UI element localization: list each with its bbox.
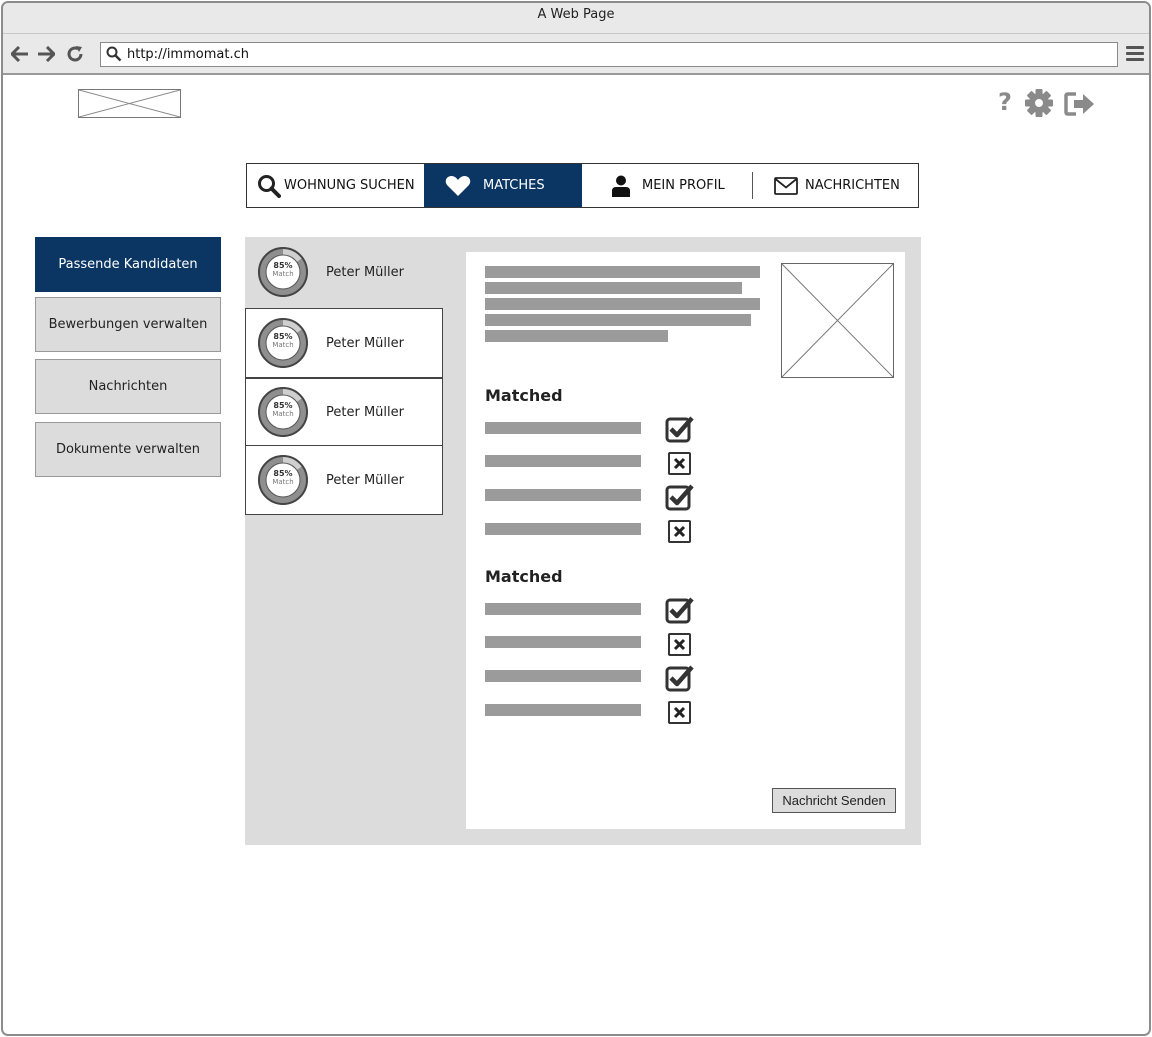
check-icon [665,483,695,511]
criterion-bar [485,489,641,501]
candidate-item[interactable]: 85% Match Peter Müller [245,237,443,307]
main-navigation: WOHNUNG SUCHEN MATCHES MEIN PROFIL NACHR… [246,163,919,208]
match-percent: 85% [273,401,293,410]
criterion-bar [485,523,641,535]
address-bar[interactable]: http://immomat.ch [100,42,1118,67]
match-label: Match [272,270,294,278]
sidebar-item-passende-kandidaten[interactable]: Passende Kandidaten [35,237,221,292]
search-icon [257,174,281,198]
browser-window: A Web Page http://immomat.ch ? WOHNUNG S… [1,1,1151,1036]
criterion-bar [485,422,641,434]
tab-label: MATCHES [483,178,545,193]
criterion-bar [485,636,641,648]
url-text[interactable]: http://immomat.ch [127,43,249,66]
sidebar-item-label: Nachrichten [88,379,168,394]
match-score-donut: 85% Match [255,244,311,300]
tab-label: NACHRICHTEN [805,178,900,193]
cross-icon [668,701,691,724]
envelope-icon [774,176,798,195]
text-placeholder-bar [485,282,742,294]
match-percent: 85% [273,261,293,270]
search-icon [106,46,122,66]
svg-text:?: ? [998,89,1012,115]
match-label: Match [272,410,294,418]
check-icon [665,664,695,692]
browser-toolbar: http://immomat.ch [3,34,1149,75]
criterion-bar [485,670,641,682]
help-icon[interactable]: ? [997,88,1013,119]
window-title: A Web Page [3,3,1149,34]
candidate-name: Peter Müller [326,472,404,488]
sidebar-item-bewerbungen-verwalten[interactable]: Bewerbungen verwalten [35,297,221,352]
back-arrow-icon[interactable] [10,44,30,64]
candidate-item[interactable]: 85% Match Peter Müller [245,445,443,515]
section-title: Matched [485,386,563,405]
candidate-name: Peter Müller [326,404,404,420]
match-score-donut: 85% Match [255,452,311,508]
text-placeholder-bar [485,266,760,278]
text-placeholder-bar [485,298,760,310]
tab-label: WOHNUNG SUCHEN [284,178,415,193]
reload-icon[interactable] [65,44,85,64]
send-message-button[interactable]: Nachricht Senden [772,788,896,813]
heart-icon [445,175,471,197]
text-placeholder-bar [485,314,751,326]
cross-icon [668,633,691,656]
sidebar-item-label: Passende Kandidaten [58,257,198,272]
sidebar-item-label: Dokumente verwalten [55,442,201,457]
match-label: Match [272,478,294,486]
cross-icon [668,520,691,543]
match-percent: 85% [273,332,293,341]
forward-arrow-icon[interactable] [36,44,56,64]
candidate-detail: Matched Matched Nachricht Senden [466,252,905,829]
criterion-bar [485,603,641,615]
candidate-item[interactable]: 85% Match Peter Müller [245,378,443,446]
check-icon [665,415,695,443]
criterion-bar [485,455,641,467]
candidate-photo-placeholder [781,263,894,378]
logo-placeholder [78,89,181,118]
match-score-donut: 85% Match [255,315,311,371]
logout-icon[interactable] [1064,91,1096,121]
gear-icon[interactable] [1024,88,1054,122]
tab-nachrichten[interactable]: NACHRICHTEN [753,164,918,207]
text-placeholder-bar [485,330,668,342]
sidebar-item-dokumente-verwalten[interactable]: Dokumente verwalten [35,422,221,477]
candidate-item[interactable]: 85% Match Peter Müller [245,308,443,378]
candidate-name: Peter Müller [326,264,404,280]
tab-mein-profil[interactable]: MEIN PROFIL [582,164,752,207]
tab-label: MEIN PROFIL [642,178,725,193]
match-percent: 85% [273,469,293,478]
match-score-donut: 85% Match [255,384,311,440]
user-icon [612,175,630,197]
tab-matches[interactable]: MATCHES [424,164,582,207]
candidate-name: Peter Müller [326,335,404,351]
check-icon [665,596,695,624]
tab-wohnung-suchen[interactable]: WOHNUNG SUCHEN [247,164,424,207]
sidebar-item-label: Bewerbungen verwalten [48,317,208,332]
section-title: Matched [485,567,563,586]
match-label: Match [272,341,294,349]
menu-icon[interactable] [1126,46,1144,62]
criterion-bar [485,704,641,716]
sidebar-item-nachrichten[interactable]: Nachrichten [35,359,221,414]
cross-icon [668,452,691,475]
